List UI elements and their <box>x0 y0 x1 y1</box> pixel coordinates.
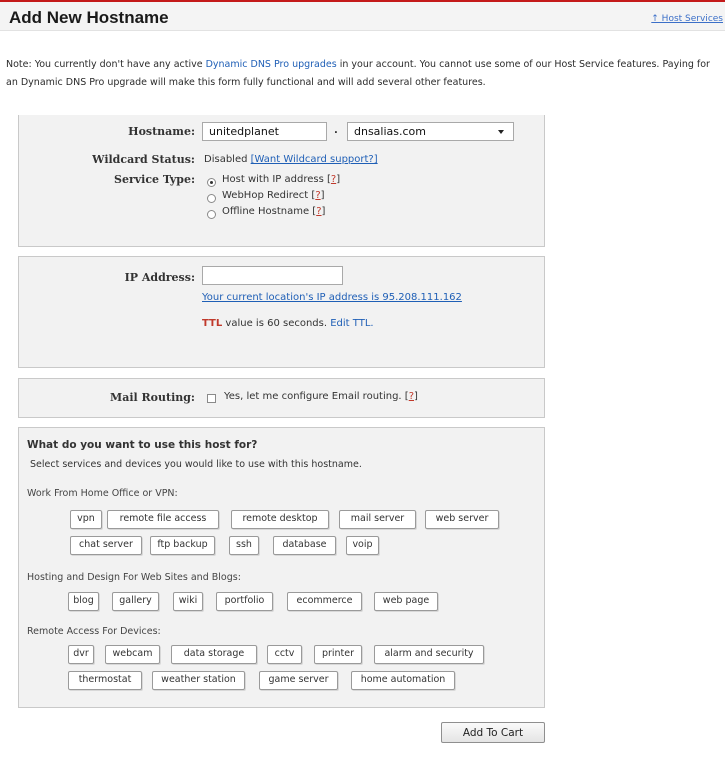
tag-database[interactable]: database <box>273 536 336 555</box>
tag-ftp-backup[interactable]: ftp backup <box>150 536 215 555</box>
mail-routing-help-link[interactable]: ? <box>409 391 414 402</box>
tag-webcam[interactable]: webcam <box>105 645 160 664</box>
tag-blog[interactable]: blog <box>68 592 99 611</box>
service-type-offline-help-link[interactable]: ? <box>316 206 321 217</box>
group-label-work-from-home: Work From Home Office or VPN: <box>27 488 178 499</box>
tag-wiki[interactable]: wiki <box>173 592 203 611</box>
wildcard-status-text: Disabled <box>204 154 248 165</box>
tag-cctv[interactable]: cctv <box>267 645 302 664</box>
page-header: Add New Hostname ↑ Host Services <box>0 0 725 31</box>
service-type-webhop-radio[interactable] <box>207 194 216 203</box>
hostname-dot: . <box>334 125 338 136</box>
wildcard-status-value: Disabled [Want Wildcard support?] <box>204 154 378 165</box>
ttl-text: value is 60 seconds. <box>222 318 331 329</box>
service-type-offline-radio[interactable] <box>207 210 216 219</box>
service-type-host-radio[interactable] <box>207 178 216 187</box>
tag-printer[interactable]: printer <box>314 645 362 664</box>
chevron-down-icon <box>498 130 504 134</box>
tag-chat-server[interactable]: chat server <box>70 536 142 555</box>
mail-routing-checkbox[interactable] <box>207 394 216 403</box>
add-to-cart-button[interactable]: Add To Cart <box>441 722 545 743</box>
mail-routing-label: Mail Routing: <box>110 391 195 404</box>
current-ip-link[interactable]: Your current location's IP address is 95… <box>202 292 462 303</box>
domain-select-value: dnsalias.com <box>354 125 426 138</box>
domain-select[interactable]: dnsalias.com <box>347 122 514 141</box>
service-type-label: Service Type: <box>114 173 195 186</box>
service-type-host-label: Host with IP address <box>222 174 324 185</box>
hostname-label: Hostname: <box>128 125 195 138</box>
hostname-panel: Hostname: . dnsalias.com Wildcard Status… <box>18 115 545 247</box>
tag-ecommerce[interactable]: ecommerce <box>287 592 362 611</box>
tag-weather-station[interactable]: weather station <box>152 671 245 690</box>
wildcard-support-link[interactable]: [Want Wildcard support?] <box>251 154 378 165</box>
tag-mail-server[interactable]: mail server <box>339 510 416 529</box>
tag-web-page[interactable]: web page <box>374 592 438 611</box>
service-type-webhop-option: WebHop Redirect [?] <box>222 190 325 201</box>
services-title: What do you want to use this host for? <box>27 439 258 451</box>
ip-address-label: IP Address: <box>124 271 195 284</box>
mail-routing-checkbox-label: Yes, let me configure Email routing. <box>224 391 402 402</box>
mail-routing-panel: Mail Routing: Yes, let me configure Emai… <box>18 378 545 418</box>
services-subtitle: Select services and devices you would li… <box>30 459 362 470</box>
tag-alarm-and-security[interactable]: alarm and security <box>374 645 484 664</box>
tag-thermostat[interactable]: thermostat <box>68 671 142 690</box>
tag-home-automation[interactable]: home automation <box>351 671 455 690</box>
ip-address-input[interactable] <box>202 266 343 285</box>
tag-voip[interactable]: voip <box>346 536 379 555</box>
wildcard-status-label: Wildcard Status: <box>92 153 195 166</box>
hostname-input[interactable] <box>202 122 327 141</box>
ttl-abbr: TTL <box>202 318 223 329</box>
dynamic-dns-pro-link[interactable]: Dynamic DNS Pro upgrades <box>206 59 337 70</box>
tag-data-storage[interactable]: data storage <box>171 645 257 664</box>
note-prefix: Note: You currently don't have any activ… <box>6 59 206 70</box>
group-label-hosting-design: Hosting and Design For Web Sites and Blo… <box>27 572 241 583</box>
ip-address-panel: IP Address: Your current location's IP a… <box>18 256 545 368</box>
tag-dvr[interactable]: dvr <box>68 645 94 664</box>
services-panel: What do you want to use this host for? S… <box>18 427 545 708</box>
service-type-offline-option: Offline Hostname [?] <box>222 206 326 217</box>
tag-remote-file-access[interactable]: remote file access <box>107 510 219 529</box>
service-type-webhop-label: WebHop Redirect <box>222 190 309 201</box>
host-services-link[interactable]: ↑ Host Services <box>651 14 723 24</box>
tag-vpn[interactable]: vpn <box>70 510 102 529</box>
group-label-remote-access: Remote Access For Devices: <box>27 626 161 637</box>
ttl-info: TTL value is 60 seconds. Edit TTL. <box>202 318 374 329</box>
account-note: Note: You currently don't have any activ… <box>6 56 718 92</box>
page-title: Add New Hostname <box>9 8 169 27</box>
service-type-host-help-link[interactable]: ? <box>331 174 336 185</box>
tag-gallery[interactable]: gallery <box>112 592 159 611</box>
service-type-offline-label: Offline Hostname <box>222 206 310 217</box>
tag-remote-desktop[interactable]: remote desktop <box>231 510 329 529</box>
tag-portfolio[interactable]: portfolio <box>216 592 273 611</box>
service-type-host-option: Host with IP address [?] <box>222 174 341 185</box>
edit-ttl-link[interactable]: Edit TTL. <box>330 318 373 329</box>
mail-routing-option: Yes, let me configure Email routing. [?] <box>224 391 418 402</box>
service-type-webhop-help-link[interactable]: ? <box>315 190 320 201</box>
tag-web-server[interactable]: web server <box>425 510 499 529</box>
tag-game-server[interactable]: game server <box>259 671 338 690</box>
tag-ssh[interactable]: ssh <box>229 536 259 555</box>
